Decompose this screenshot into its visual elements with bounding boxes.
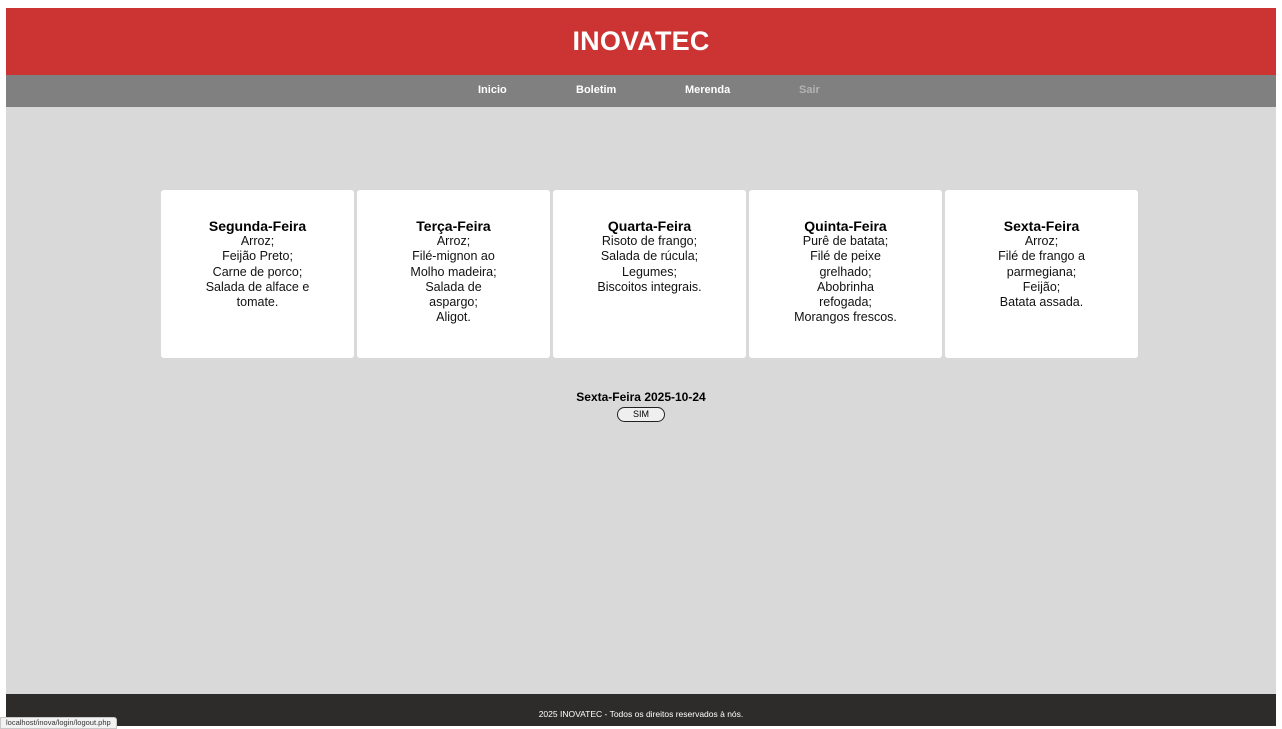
day-title: Segunda-Feira xyxy=(208,218,307,234)
menu-item: Carne de porco; xyxy=(212,264,303,279)
menu-item: Abobrinha xyxy=(817,279,874,294)
nav-link-boletim[interactable]: Boletim xyxy=(576,84,616,96)
nav-link-inicio[interactable]: Inicio xyxy=(478,84,507,96)
day-items: Arroz; Filé-mignon ao Molho madeira; Sal… xyxy=(357,234,550,326)
nav-link-sair[interactable]: Sair xyxy=(799,84,820,96)
today-label: Sexta-Feira 2025-10-24 xyxy=(576,390,706,404)
day-card-terca: Terça-Feira Arroz; Filé-mignon ao Molho … xyxy=(357,190,550,358)
menu-item: Biscoitos integrais. xyxy=(597,279,702,294)
footer-text: 2025 INOVATEC - Todos os direitos reserv… xyxy=(538,709,744,719)
menu-item: Arroz; xyxy=(436,234,471,248)
menu-item: Feijão; xyxy=(1022,279,1061,294)
day-card-sexta: Sexta-Feira Arroz; Filé de frango a parm… xyxy=(945,190,1138,358)
day-card-quinta: Quinta-Feira Purê de batata; Filé de pei… xyxy=(749,190,942,358)
menu-item: parmegiana; xyxy=(1006,264,1077,279)
menu-item: Feijão Preto; xyxy=(222,249,293,264)
day-card-segunda: Segunda-Feira Arroz; Feijão Preto; Carne… xyxy=(161,190,354,358)
day-items: Arroz; Feijão Preto; Carne de porco; Sal… xyxy=(161,234,354,310)
day-card-quarta: Quarta-Feira Risoto de frango; Salada de… xyxy=(553,190,746,358)
menu-item: refogada; xyxy=(819,295,872,310)
menu-item: Filé de peixe xyxy=(810,249,881,264)
site-title: INOVATEC xyxy=(572,26,710,56)
menu-item: grelhado; xyxy=(819,264,872,279)
menu-item: Filé de frango a xyxy=(998,249,1085,264)
menu-item: Batata assada. xyxy=(999,295,1084,310)
day-title: Quarta-Feira xyxy=(607,218,692,234)
day-title: Terça-Feira xyxy=(416,218,491,234)
day-items: Purê de batata; Filé de peixe grelhado; … xyxy=(749,234,942,326)
menu-item: Arroz; xyxy=(240,234,275,248)
day-title: Quinta-Feira xyxy=(804,218,887,234)
menu-item: aspargo; xyxy=(429,295,478,310)
confirm-sim-button[interactable]: SIM xyxy=(617,407,665,422)
menu-item: Molho madeira; xyxy=(410,264,497,279)
menu-item: Aligot. xyxy=(436,310,471,325)
day-title: Sexta-Feira xyxy=(1003,218,1080,234)
weekly-menu: Segunda-Feira Arroz; Feijão Preto; Carne… xyxy=(161,190,1138,358)
menu-item: Purê de batata; xyxy=(802,234,889,248)
menu-item: Salada de alface e xyxy=(205,279,310,294)
menu-item: Arroz; xyxy=(1024,234,1059,248)
day-items: Arroz; Filé de frango a parmegiana; Feij… xyxy=(945,234,1138,310)
menu-item: Salada de rúcula; xyxy=(600,249,699,264)
site-header: INOVATEC xyxy=(6,8,1276,75)
page: INOVATEC Inicio Boletim Merenda Sair Seg… xyxy=(6,8,1276,726)
menu-item: tomate. xyxy=(236,295,279,310)
menu-item: Morangos frescos. xyxy=(794,310,897,325)
main-nav: Inicio Boletim Merenda Sair xyxy=(6,75,1276,107)
menu-item: Salada de xyxy=(425,279,482,294)
menu-item: Risoto de frango; xyxy=(601,234,698,248)
menu-item: Filé-mignon ao xyxy=(412,249,495,264)
today-confirmation: Sexta-Feira 2025-10-24 SIM xyxy=(6,390,1276,422)
day-items: Risoto de frango; Salada de rúcula; Legu… xyxy=(553,234,746,295)
nav-link-merenda[interactable]: Merenda xyxy=(685,84,730,96)
site-footer: 2025 INOVATEC - Todos os direitos reserv… xyxy=(6,694,1276,726)
browser-status-url: localhost/inova/login/logout.php xyxy=(0,717,117,729)
menu-item: Legumes; xyxy=(622,264,677,279)
